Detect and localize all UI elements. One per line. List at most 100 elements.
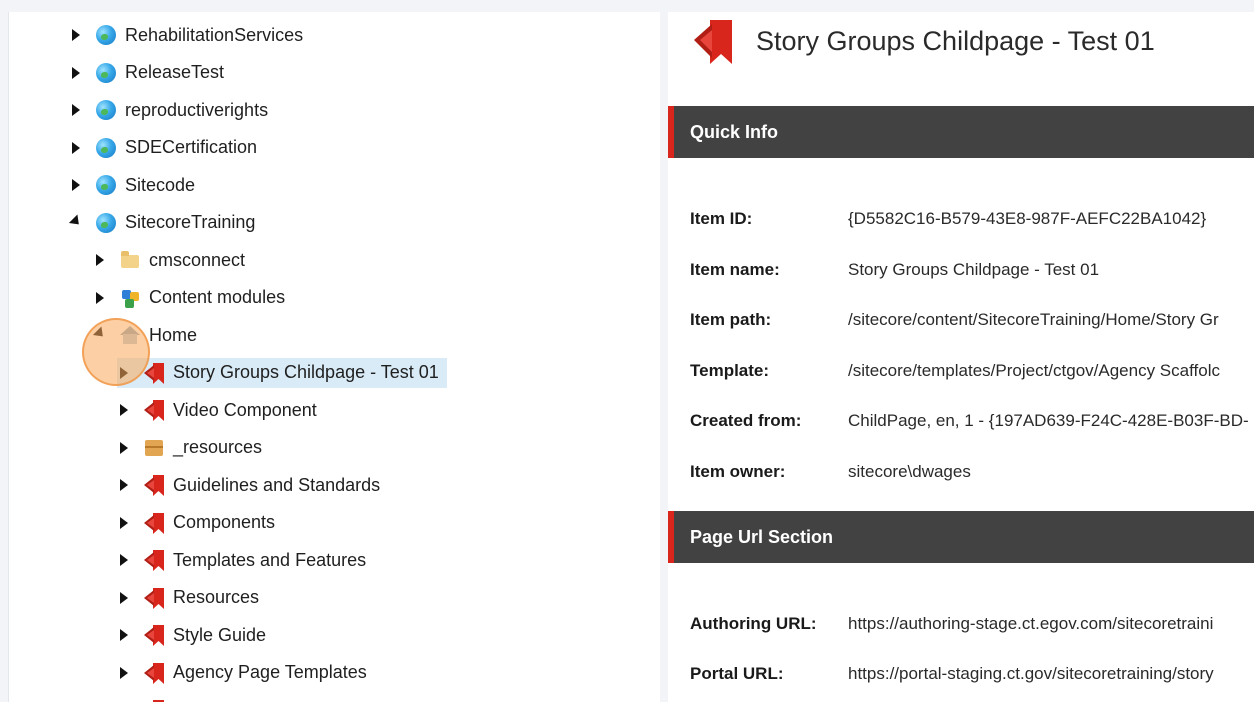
tree-item-label: Sitecode [125, 174, 196, 195]
tree-item-label: Style Guide [173, 624, 267, 645]
tree-item-label: SDECertification [125, 137, 258, 157]
field-row: Item ID: {D5582C16-B579-43E8-987F-AEFC22B… [690, 205, 1206, 233]
field-row: Authoring URL: https://authoring-stage.ct… [690, 610, 1213, 638]
page-flag-icon [143, 662, 165, 684]
tree-item-label: RehabilitationServices [125, 24, 304, 45]
expand-arrow-icon[interactable] [69, 103, 83, 117]
tree-item[interactable]: Sitecode [69, 170, 195, 200]
tree-item-label: Agency Page Templates [173, 662, 367, 682]
page-flag-icon [143, 399, 165, 421]
tree-item[interactable]: SitecoreTraining [68, 208, 256, 238]
globe-icon [95, 99, 117, 121]
page-flag-icon [143, 512, 165, 534]
tree-item[interactable]: Video Component [117, 395, 317, 425]
tree-item[interactable]: Agency Page Templates [117, 658, 367, 688]
box-icon [143, 437, 165, 459]
quick-info-header[interactable]: Quick Info [668, 106, 1254, 158]
tree-item[interactable]: CT Content Style Guide [117, 695, 363, 702]
tree-item[interactable]: Content modules [93, 283, 285, 313]
tree-item[interactable]: RehabilitationServices [69, 20, 303, 50]
field-label: Item ID: [690, 209, 753, 228]
field-row: Portal URL: https://portal-staging.ct.gov… [690, 660, 1214, 688]
field-label: Template: [690, 361, 770, 380]
tree-item-label: Resources [173, 587, 260, 607]
expand-arrow-icon[interactable] [117, 666, 131, 680]
globe-icon [95, 62, 117, 84]
tree-item-label: Story Groups Childpage - Test 01 [173, 362, 439, 382]
field-value: Story Groups Childpage - Test 01 [848, 260, 1100, 279]
tree-item[interactable]: Resources [117, 583, 259, 613]
expand-arrow-icon[interactable] [117, 553, 131, 567]
tree-item[interactable]: reproductiverights [69, 95, 268, 125]
folder-icon [119, 249, 141, 271]
tree-item-label: Video Component [173, 399, 317, 420]
field-label: Created from: [690, 411, 802, 430]
globe-icon [95, 24, 117, 46]
globe-icon [95, 212, 117, 234]
item-header: Story Groups Childpage - Test 01 [690, 18, 1155, 64]
expand-arrow-icon[interactable] [117, 403, 131, 417]
expand-arrow-icon[interactable] [69, 141, 83, 155]
expand-arrow-icon[interactable] [117, 441, 131, 455]
tree-item[interactable]: Guidelines and Standards [117, 470, 380, 500]
item-title: Story Groups Childpage - Test 01 [756, 25, 1155, 56]
tree-item[interactable]: cmsconnect [93, 245, 245, 275]
globe-icon [95, 174, 117, 196]
field-value: https://portal-staging.ct.gov/sitecoretr… [848, 664, 1214, 683]
click-highlight-marker [82, 318, 150, 386]
field-row: Template: /sitecore/templates/Project/ctg… [690, 357, 1220, 385]
collapse-arrow-icon[interactable] [68, 214, 84, 230]
tree-item-label: cmsconnect [149, 249, 246, 270]
tree-item[interactable]: SDECertification [69, 133, 257, 163]
field-row: Item name: Story Groups Childpage - Test … [690, 256, 1099, 284]
tree-item[interactable]: Story Groups Childpage - Test 01 [117, 357, 447, 388]
tree-item-label: _resources [173, 437, 263, 457]
expand-arrow-icon[interactable] [69, 178, 83, 192]
expand-arrow-icon[interactable] [69, 66, 83, 80]
tree-item-label: Guidelines and Standards [173, 474, 381, 495]
expand-arrow-icon[interactable] [117, 516, 131, 530]
modules-icon [119, 287, 141, 309]
tree-item[interactable]: Components [117, 508, 275, 538]
field-label: Item owner: [690, 462, 786, 481]
page-flag-icon [143, 587, 165, 609]
field-value: https://authoring-stage.ct.egov.com/site… [848, 614, 1214, 633]
tree-item-label: Content modules [149, 287, 286, 307]
expand-arrow-icon[interactable] [117, 591, 131, 605]
expand-arrow-icon[interactable] [93, 253, 107, 267]
page-flag-icon [143, 624, 165, 646]
tree-item-label: reproductiverights [125, 99, 269, 120]
tree-item[interactable]: Templates and Features [117, 545, 366, 575]
field-label: Authoring URL: [690, 614, 817, 633]
page-url-section-header[interactable]: Page Url Section [668, 511, 1254, 563]
expand-arrow-icon[interactable] [69, 28, 83, 42]
expand-arrow-icon[interactable] [93, 291, 107, 305]
tree-item[interactable]: ReleaseTest [69, 58, 224, 88]
page-flag-icon [143, 549, 165, 571]
page-flag-icon [690, 18, 734, 64]
field-row: Created from: ChildPage, en, 1 - {197AD63… [690, 407, 1249, 435]
field-row: Item owner: sitecore\dwages [690, 458, 971, 486]
tree-item-label: Home [149, 324, 198, 345]
field-value: sitecore\dwages [848, 462, 971, 481]
field-label: Portal URL: [690, 664, 784, 683]
expand-arrow-icon[interactable] [117, 628, 131, 642]
expand-arrow-icon[interactable] [117, 478, 131, 492]
tree-item-label: Templates and Features [173, 549, 367, 570]
field-label: Item name: [690, 260, 780, 279]
globe-icon [95, 137, 117, 159]
app-window: RehabilitationServices ReleaseTest reprodu… [0, 0, 1254, 702]
tree-item-label: Components [173, 512, 276, 532]
tree-item[interactable]: Style Guide [117, 620, 266, 650]
page-flag-icon [143, 474, 165, 496]
field-value: ChildPage, en, 1 - {197AD639-F24C-428E-B… [848, 411, 1249, 430]
field-value: /sitecore/templates/Project/ctgov/Agency… [848, 361, 1220, 380]
field-value: /sitecore/content/SitecoreTraining/Home/… [848, 310, 1219, 329]
tree-item-label: ReleaseTest [125, 62, 225, 82]
tree-item[interactable]: _resources [117, 433, 262, 463]
item-detail-panel: Story Groups Childpage - Test 01 Quick I… [668, 12, 1254, 702]
field-value: {D5582C16-B579-43E8-987F-AEFC22BA1042} [848, 209, 1207, 228]
field-label: Item path: [690, 310, 772, 329]
field-row: Item path: /sitecore/content/SitecoreTrai… [690, 306, 1219, 334]
tree-item-label: SitecoreTraining [125, 212, 256, 232]
